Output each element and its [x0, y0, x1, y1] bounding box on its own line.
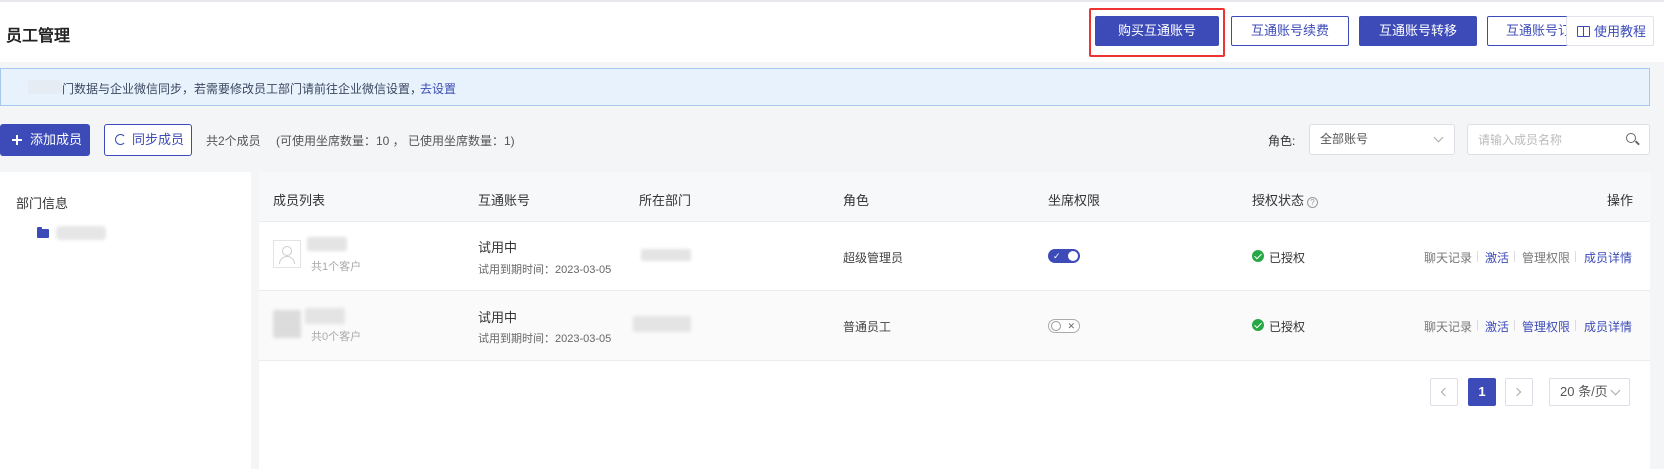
chat-records-link[interactable]: 聊天记录 — [1424, 318, 1472, 335]
customer-count: 共0个客户 — [311, 331, 362, 343]
customer-count: 共1个客户 — [311, 261, 362, 273]
chevron-down-icon — [1433, 132, 1444, 143]
member-name-blurred — [307, 237, 347, 251]
member-count: 共2个成员 — [206, 134, 261, 148]
account-status: 试用中 — [478, 310, 518, 325]
check-circle-icon — [1252, 319, 1264, 331]
department-title: 部门信息 — [16, 196, 69, 211]
check-circle-icon — [1252, 250, 1264, 262]
row-divider — [259, 360, 1650, 361]
action-divider — [1514, 251, 1515, 262]
page-title: 员工管理 — [6, 28, 71, 45]
chevron-left-icon — [1440, 387, 1450, 397]
member-detail-link[interactable]: 成员详情 — [1584, 318, 1632, 335]
sync-member-button[interactable]: 同步成员 — [104, 124, 192, 156]
account-status: 试用中 — [478, 240, 518, 255]
notice-blurred-prefix — [28, 80, 62, 94]
renew-account-button[interactable]: 互通账号续费 — [1231, 16, 1349, 46]
page-number-current[interactable]: 1 — [1468, 378, 1496, 406]
role-filter-select[interactable]: 全部账号 — [1309, 124, 1455, 155]
column-header-member: 成员列表 — [273, 193, 326, 208]
action-divider — [1514, 320, 1515, 331]
member-name-blurred — [305, 308, 345, 324]
avatar — [273, 240, 301, 268]
check-icon: ✓ — [1053, 251, 1061, 261]
member-role: 普通员工 — [843, 320, 892, 334]
auth-status: 已授权 — [1269, 251, 1306, 265]
member-detail-link[interactable]: 成员详情 — [1584, 249, 1632, 266]
chevron-right-icon — [1512, 387, 1522, 397]
member-role: 超级管理员 — [843, 251, 904, 265]
page-size-select[interactable]: 20 条/页 — [1549, 378, 1630, 406]
prev-page-button[interactable] — [1430, 378, 1458, 406]
next-page-button[interactable] — [1505, 378, 1533, 406]
buy-account-button[interactable]: 购买互通账号 — [1095, 16, 1219, 46]
activate-link[interactable]: 激活 — [1485, 249, 1509, 266]
action-divider — [1477, 320, 1478, 331]
notice-text: 门数据与企业微信同步，若需要修改员工部门请前往企业微信设置， — [62, 82, 423, 96]
table-header — [259, 172, 1650, 222]
manage-permission-link[interactable]: 管理权限 — [1522, 318, 1570, 335]
member-search-input[interactable] — [1467, 124, 1650, 155]
transfer-account-button[interactable]: 互通账号转移 — [1359, 16, 1477, 46]
action-divider — [1575, 320, 1576, 331]
action-divider — [1477, 251, 1478, 262]
role-filter-label: 角色: — [1268, 134, 1296, 148]
department-blurred — [641, 249, 691, 261]
avatar — [273, 310, 301, 338]
folder-icon — [37, 227, 49, 238]
manage-permission-link[interactable]: 管理权限 — [1522, 249, 1570, 266]
tutorial-button-label[interactable]: 使用教程 — [1566, 16, 1654, 46]
book-icon — [1577, 26, 1590, 37]
trial-expire: 试用到期时间：2023-03-05 — [478, 264, 612, 276]
question-circle-icon[interactable]: ? — [1307, 197, 1319, 208]
column-header-account: 互通账号 — [478, 193, 531, 208]
column-header-department: 所在部门 — [639, 193, 692, 208]
search-icon[interactable] — [1626, 133, 1636, 143]
chevron-down-icon — [1610, 385, 1621, 396]
column-header-auth: 授权状态? — [1252, 190, 1319, 209]
column-header-actions: 操作 — [1607, 193, 1634, 208]
notice-settings-link[interactable]: 去设置 — [420, 80, 456, 97]
seat-toggle[interactable]: ✓ — [1048, 249, 1080, 263]
auth-status: 已授权 — [1269, 320, 1306, 334]
refresh-icon — [115, 134, 126, 145]
plus-icon — [12, 135, 22, 145]
department-name-blurred[interactable] — [56, 226, 106, 240]
activate-link[interactable]: 激活 — [1485, 318, 1509, 335]
department-blurred — [633, 316, 691, 332]
action-divider — [1575, 251, 1576, 262]
close-icon: ✕ — [1067, 321, 1075, 331]
trial-expire: 试用到期时间：2023-03-05 — [478, 333, 612, 345]
add-member-button[interactable]: 添加成员 — [0, 124, 90, 156]
chat-records-link[interactable]: 聊天记录 — [1424, 249, 1472, 266]
seat-info: (可使用坐席数量：10 ， 已使用坐席数量：1) — [276, 134, 515, 148]
column-header-seat: 坐席权限 — [1048, 193, 1101, 208]
department-panel — [0, 172, 251, 469]
seat-toggle[interactable]: ✕ — [1048, 319, 1080, 333]
column-header-role: 角色 — [843, 193, 870, 208]
